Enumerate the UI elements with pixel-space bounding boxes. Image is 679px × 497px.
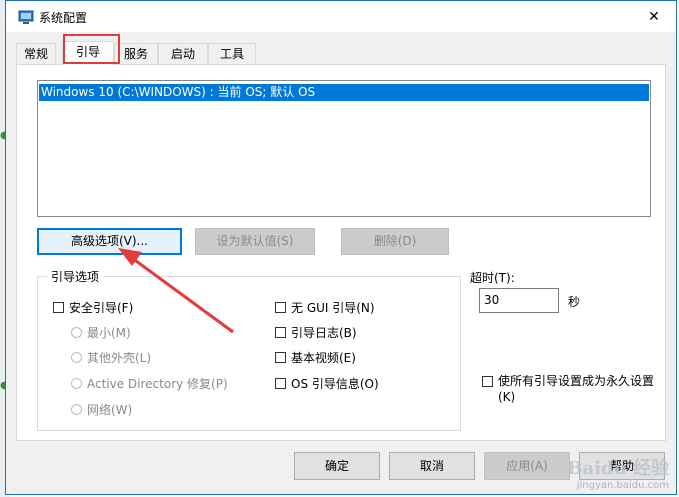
checkbox-label: 安全引导(F) — [69, 301, 134, 315]
radio-dot — [71, 378, 82, 389]
cancel-button[interactable]: 取消 — [389, 452, 475, 480]
close-icon: ✕ — [648, 8, 660, 25]
radio-label: 最小(M) — [87, 326, 131, 340]
timeout-label: 超时(T): — [470, 271, 515, 285]
safe-boot-checkbox[interactable]: 安全引导(F) — [53, 299, 133, 316]
watermark-url: jingyan.baidu.com — [576, 480, 669, 491]
boot-options-label: 引导选项 — [47, 268, 104, 285]
boot-log-checkbox[interactable]: 引导日志(B) — [275, 324, 357, 341]
radio-label: Active Directory 修复(P) — [87, 377, 228, 391]
checkbox-box — [275, 352, 286, 363]
timeout-input[interactable]: 30 — [479, 288, 559, 313]
os-list[interactable]: Windows 10 (C:\WINDOWS) : 当前 OS; 默认 OS — [37, 80, 651, 217]
title-bar: 系统配置 ✕ — [6, 1, 676, 32]
checkbox-box — [275, 302, 286, 313]
base-video-checkbox[interactable]: 基本视频(E) — [275, 349, 356, 366]
watermark-logo: Baidu 经验 — [567, 458, 669, 479]
checkbox-box — [482, 376, 493, 387]
tab-label: 工具 — [219, 47, 244, 61]
timeout-unit: 秒 — [568, 295, 581, 309]
apply-button[interactable]: 应用(A) — [484, 452, 570, 480]
system-config-dialog: 系统配置 ✕ 常规 引导 服务 启动 工具 Windows 10 (C:\WIN… — [5, 0, 677, 495]
checkbox-box — [53, 302, 64, 313]
advanced-options-button[interactable]: 高级选项(V)... — [37, 228, 182, 255]
no-gui-boot-checkbox[interactable]: 无 GUI 引导(N) — [275, 299, 375, 316]
alternate-shell-radio[interactable]: 其他外壳(L) — [71, 349, 151, 366]
tab-tools[interactable]: 工具 — [208, 43, 256, 64]
tab-label: 服务 — [123, 47, 148, 61]
set-default-button[interactable]: 设为默认值(S) — [195, 228, 315, 255]
tab-general[interactable]: 常规 — [16, 43, 56, 64]
system-config-icon — [18, 10, 34, 24]
radio-label: 网络(W) — [87, 403, 133, 417]
checkbox-label: OS 引导信息(O) — [291, 377, 379, 391]
radio-dot — [71, 352, 82, 363]
delete-button[interactable]: 删除(D) — [341, 228, 449, 255]
minimal-radio[interactable]: 最小(M) — [71, 324, 131, 341]
tab-label: 引导 — [75, 45, 100, 59]
ok-button[interactable]: 确定 — [294, 452, 380, 480]
close-button[interactable]: ✕ — [632, 1, 676, 32]
checkbox-label: 引导日志(B) — [291, 326, 357, 340]
tab-startup[interactable]: 启动 — [158, 43, 208, 64]
radio-label: 其他外壳(L) — [87, 351, 152, 365]
make-permanent-checkbox[interactable]: 使所有引导设置成为永久设置(K) — [482, 373, 662, 405]
window-title: 系统配置 — [39, 11, 88, 25]
tab-boot[interactable]: 引导 — [62, 41, 114, 66]
radio-dot — [71, 327, 82, 338]
baidu-jingyan-watermark: Baidu 经验 jingyan.baidu.com — [567, 454, 669, 491]
tab-label: 启动 — [170, 47, 195, 61]
radio-dot — [71, 404, 82, 415]
boot-tab-panel: Windows 10 (C:\WINDOWS) : 当前 OS; 默认 OS 高… — [16, 64, 666, 441]
tab-services[interactable]: 服务 — [114, 43, 158, 64]
checkbox-box — [275, 378, 286, 389]
checkbox-label: 使所有引导设置成为永久设置(K) — [498, 374, 655, 404]
os-list-item[interactable]: Windows 10 (C:\WINDOWS) : 当前 OS; 默认 OS — [39, 84, 649, 101]
checkbox-label: 无 GUI 引导(N) — [291, 301, 375, 315]
tab-label: 常规 — [23, 47, 48, 61]
checkbox-label: 基本视频(E) — [291, 351, 356, 365]
checkbox-box — [275, 327, 286, 338]
os-boot-info-checkbox[interactable]: OS 引导信息(O) — [275, 375, 379, 392]
network-radio[interactable]: 网络(W) — [71, 401, 132, 418]
ad-repair-radio[interactable]: Active Directory 修复(P) — [71, 375, 228, 392]
